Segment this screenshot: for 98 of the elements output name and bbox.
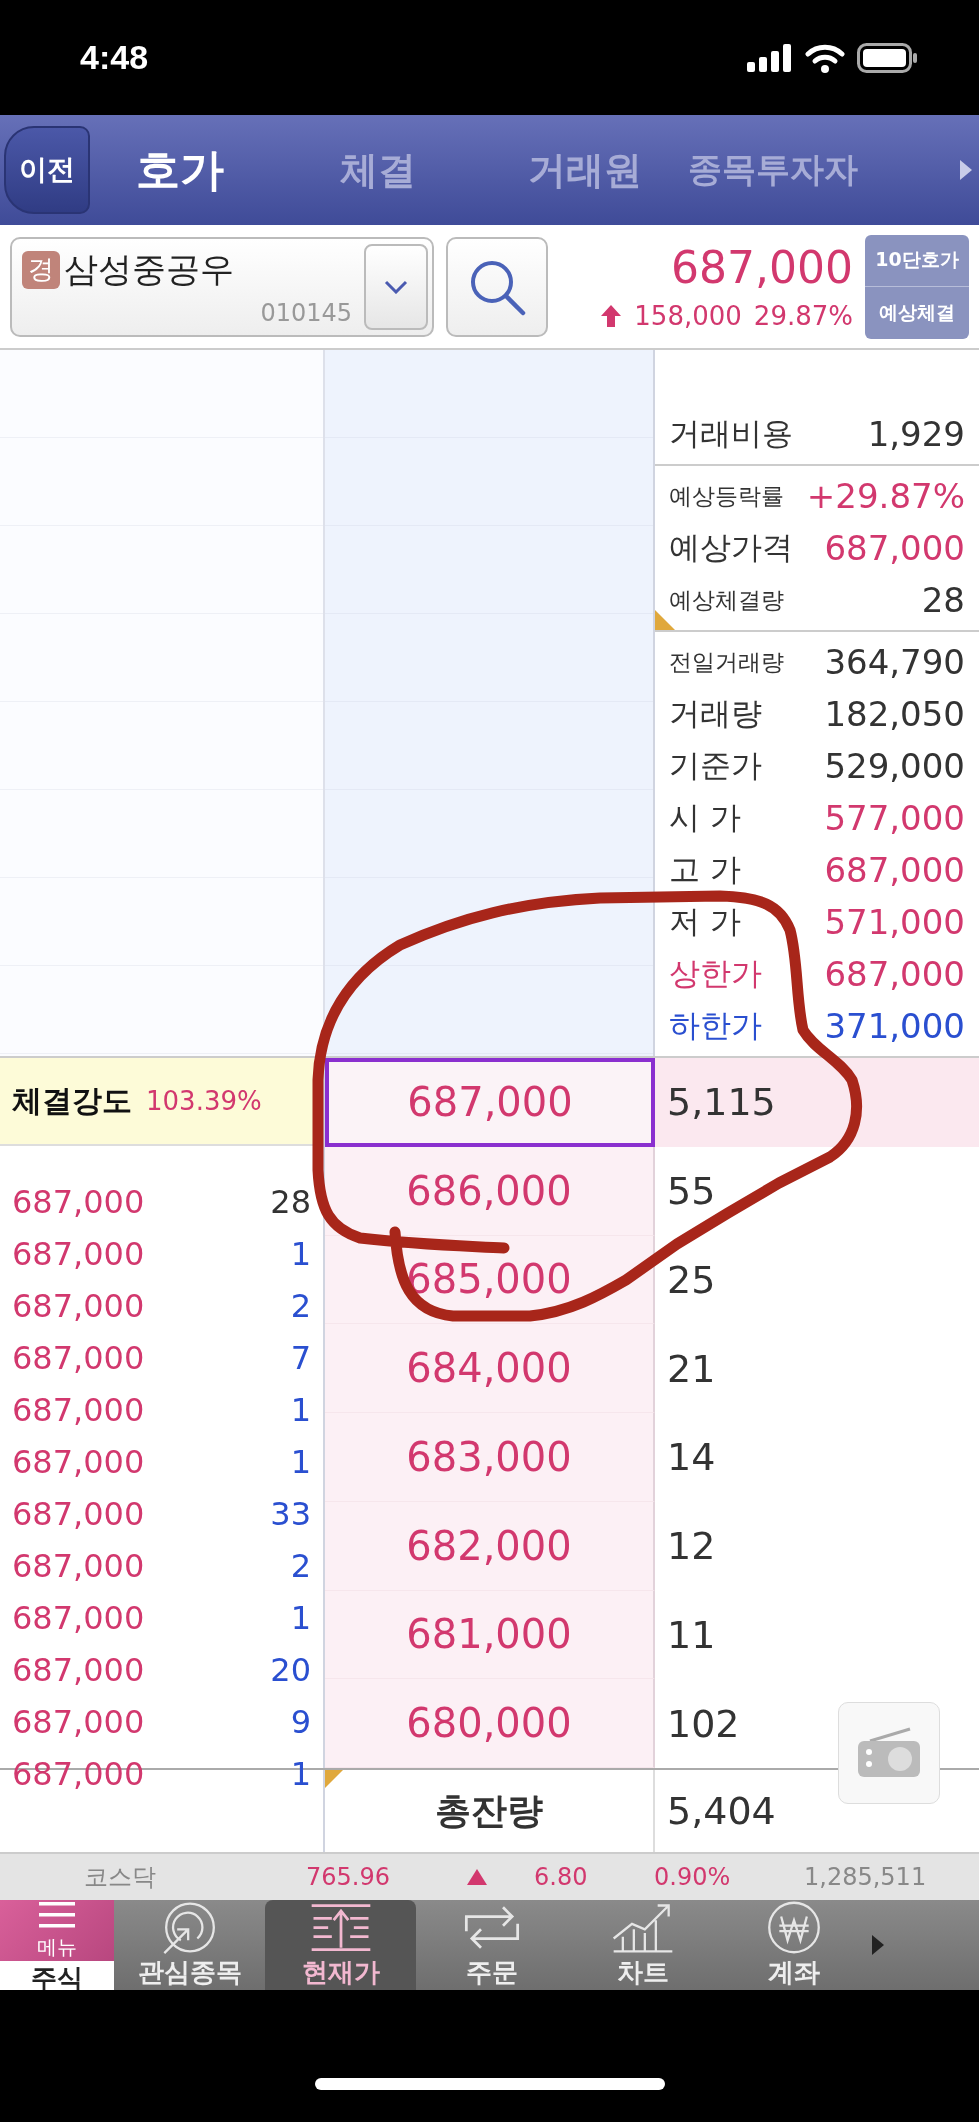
info-label: 예상등락률 — [669, 481, 784, 511]
trade-price: 687,000 — [12, 1547, 145, 1585]
info-value: 687,000 — [824, 850, 965, 890]
strength-label: 체결강도 — [12, 1081, 132, 1120]
info-value: 28 — [921, 580, 965, 620]
trade-volume: 33 — [270, 1495, 311, 1533]
info-label: 저 가 — [669, 902, 741, 941]
tab[interactable]: 거래원 — [485, 144, 685, 196]
info-value: 182,050 — [824, 694, 965, 734]
info-value: 529,000 — [824, 746, 965, 786]
trade-price: 687,000 — [12, 1183, 145, 1221]
tab[interactable]: 호가 — [90, 140, 270, 200]
info-value: 687,000 — [824, 954, 965, 994]
info-value: 577,000 — [824, 798, 965, 838]
trade-volume: 1 — [290, 1391, 311, 1429]
trade-price: 687,000 — [12, 1391, 145, 1429]
info-value: 687,000 — [824, 528, 965, 568]
market-badge: 경 — [22, 250, 60, 289]
index-name: 코스닥 — [84, 1862, 157, 1893]
info-label: 예상체결량 — [669, 585, 784, 615]
stock-name: 삼성중공우 — [64, 247, 234, 291]
price-change: 158,000 — [634, 301, 742, 331]
tab[interactable]: 종목투자자 — [685, 147, 860, 193]
trade-volume: 2 — [290, 1547, 311, 1585]
info-label: 고 가 — [669, 850, 741, 889]
trade-price: 687,000 — [12, 1755, 145, 1793]
stock-selector[interactable]: 경 삼성중공우 010145 — [10, 236, 434, 337]
nav-tab[interactable]: 관심종목 — [114, 1900, 265, 1990]
back-button[interactable]: 이전 — [4, 126, 90, 214]
ask-price-row[interactable]: 680,000 — [325, 1679, 655, 1768]
menu-label: 메뉴 — [37, 1934, 77, 1961]
trade-volume: 1 — [290, 1755, 311, 1793]
ask-price-row[interactable]: 681,000 — [325, 1590, 655, 1680]
view-toggle-button[interactable]: 10단호가 — [865, 234, 969, 286]
wifi-icon — [805, 42, 845, 73]
transistor-set-icon — [856, 1727, 922, 1779]
info-value: 364,790 — [824, 642, 965, 682]
index-value: 765.96 — [306, 1863, 391, 1891]
info-value: 371,000 — [824, 1006, 965, 1046]
trade-price: 687,000 — [12, 1287, 145, 1325]
index-volume: 1,285,511 — [804, 1863, 927, 1891]
battery-icon — [857, 42, 919, 73]
trade-volume: 1 — [290, 1443, 311, 1481]
trade-volume: 1 — [290, 1599, 311, 1637]
search-button[interactable] — [446, 236, 548, 337]
clock-time: 4:48 — [80, 38, 149, 77]
trade-price: 687,000 — [12, 1651, 145, 1689]
nav-tab[interactable]: 주문 — [416, 1900, 567, 1990]
info-label: 기준가 — [669, 746, 762, 785]
chevron-down-icon — [384, 279, 408, 294]
trade-price: 687,000 — [12, 1703, 145, 1741]
scroll-right-icon[interactable] — [871, 1934, 885, 1956]
info-label: 거래비용 — [669, 414, 793, 453]
info-value: 571,000 — [824, 902, 965, 942]
nav-tab[interactable]: 계좌 — [718, 1900, 869, 1990]
trade-volume: 7 — [290, 1339, 311, 1377]
trade-volume: 9 — [290, 1703, 311, 1741]
trade-volume: 1 — [290, 1235, 311, 1273]
menu-button[interactable]: 메뉴 — [0, 1900, 114, 1961]
info-value: 1,929 — [867, 414, 965, 454]
view-toggle-button[interactable]: 예상체결 — [865, 286, 969, 339]
nav-tab[interactable]: 차트 — [567, 1900, 718, 1990]
info-label: 전일거래량 — [669, 647, 784, 677]
trade-price: 687,000 — [12, 1599, 145, 1637]
trade-price: 687,000 — [12, 1443, 145, 1481]
signal-icon — [747, 43, 793, 72]
info-label: 상한가 — [669, 954, 762, 993]
total-label: 총잔량 — [435, 1788, 543, 1833]
index-rate: 0.90% — [654, 1863, 732, 1891]
info-value: +29.87% — [806, 476, 965, 516]
ask-price-row[interactable]: 682,000 — [325, 1501, 655, 1591]
trade-volume: 2 — [290, 1287, 311, 1325]
ask-price-row[interactable]: 684,000 — [325, 1324, 655, 1413]
info-label: 예상가격 — [669, 528, 793, 567]
trade-price: 687,000 — [12, 1339, 145, 1377]
trade-volume: 20 — [270, 1651, 311, 1689]
change-rate: 29.87% — [753, 301, 853, 331]
strength-value: 103.39% — [146, 1086, 262, 1116]
stock-code: 010145 — [260, 298, 352, 327]
index-change: 6.80 — [534, 1863, 589, 1891]
info-label: 시 가 — [669, 798, 741, 837]
info-label: 하한가 — [669, 1006, 762, 1045]
trade-volume: 28 — [270, 1183, 311, 1221]
current-price: 687,000 — [671, 242, 853, 293]
trade-price: 687,000 — [12, 1235, 145, 1273]
ask-price-row[interactable]: 687,000 — [325, 1058, 655, 1147]
ask-price-row[interactable]: 686,000 — [325, 1146, 655, 1236]
total-value: 5,404 — [667, 1789, 776, 1833]
ask-quantity: 5,115 — [655, 1058, 979, 1147]
scroll-right-icon[interactable] — [959, 159, 973, 181]
corner-marker-icon — [325, 1770, 343, 1788]
menu-icon — [37, 1900, 77, 1930]
info-label: 거래량 — [669, 694, 762, 733]
trade-price: 687,000 — [12, 1495, 145, 1533]
nav-tab[interactable]: 현재가 — [265, 1900, 416, 1990]
corner-marker-icon — [655, 610, 675, 630]
tab[interactable]: 체결 — [270, 144, 485, 196]
ask-price-row[interactable]: 683,000 — [325, 1413, 655, 1502]
